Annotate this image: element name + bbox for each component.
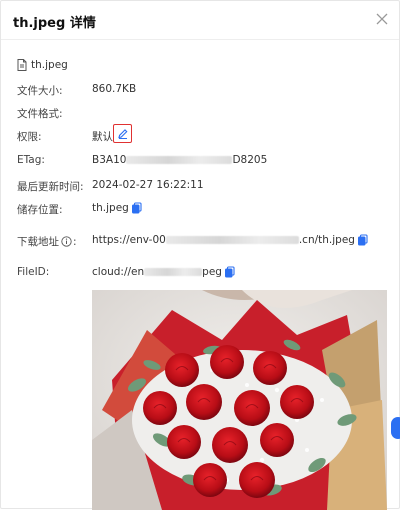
etag-redacted <box>126 156 233 164</box>
edit-permission-button[interactable] <box>113 124 132 143</box>
file-name-row: th.jpeg <box>17 59 68 71</box>
format-label: 文件格式: <box>17 108 63 120</box>
edit-icon <box>117 128 127 139</box>
download-value-row: https://env-00 .cn/th.jpeg <box>92 234 369 246</box>
location-label: 储存位置: <box>17 204 63 216</box>
size-value: 860.7KB <box>92 83 137 95</box>
download-label-row: 下载地址 : <box>17 235 77 249</box>
etag-label: ETag: <box>17 154 45 166</box>
file-detail-dialog: th.jpeg 详情 th.jpeg 文件大小: 860.7KB 文件格式: 权… <box>0 0 400 510</box>
rose-bouquet-image <box>92 290 387 510</box>
copy-icon[interactable] <box>131 202 143 214</box>
modified-value: 2024-02-27 16:22:11 <box>92 179 204 191</box>
fileid-value-row: cloud://en peg <box>92 266 236 278</box>
dialog-title: th.jpeg 详情 <box>13 16 96 31</box>
image-preview <box>92 290 387 510</box>
size-label: 文件大小: <box>17 85 63 97</box>
file-name: th.jpeg <box>31 59 68 71</box>
copy-icon[interactable] <box>357 234 369 246</box>
fileid-suffix: peg <box>202 266 222 278</box>
permission-value: 默认 <box>92 131 113 143</box>
etag-prefix: B3A10 <box>92 154 127 166</box>
dialog-header: th.jpeg 详情 <box>1 1 399 40</box>
download-suffix: .cn/th.jpeg <box>298 234 355 246</box>
download-label: 下载地址 <box>17 236 59 248</box>
permission-label: 权限: <box>17 131 42 143</box>
etag-suffix: D8205 <box>232 154 268 166</box>
side-floating-button[interactable] <box>391 417 400 439</box>
file-icon <box>17 59 27 71</box>
fileid-redacted <box>144 268 203 276</box>
fileid-prefix: cloud://en <box>92 266 145 278</box>
info-icon[interactable] <box>61 236 72 247</box>
close-icon[interactable] <box>373 10 391 28</box>
download-redacted <box>165 236 299 244</box>
modified-label: 最后更新时间: <box>17 181 84 193</box>
fileid-label: FileID: <box>17 266 50 278</box>
download-prefix: https://env-00 <box>92 234 166 246</box>
etag-value: B3A10 D8205 <box>92 154 267 166</box>
location-value: th.jpeg <box>92 202 129 214</box>
location-value-row: th.jpeg <box>92 202 143 214</box>
copy-icon[interactable] <box>224 266 236 278</box>
